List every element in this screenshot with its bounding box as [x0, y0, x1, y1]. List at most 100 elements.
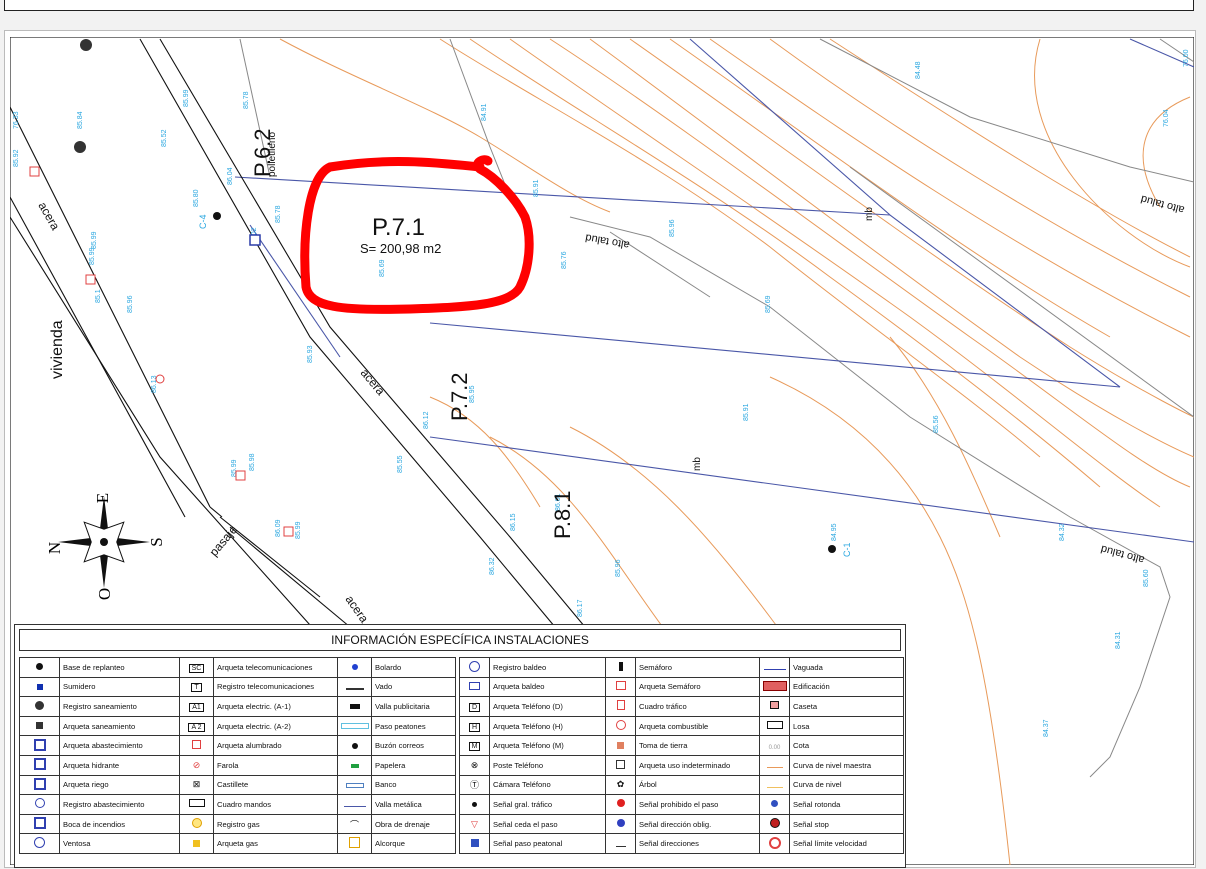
- registro-baldeo-icon: [459, 657, 490, 678]
- legend-code-icon: T: [179, 676, 214, 698]
- legend-label: Arqueta Teléfono (H): [489, 715, 606, 737]
- legend-code-icon: M: [459, 735, 490, 756]
- legend-row: Boca de incendios Registro gas ⌒ Obra de dr…: [19, 813, 456, 835]
- arqueta-hidrante-icon: [19, 754, 60, 776]
- top-frame: [4, 0, 1194, 11]
- legend-title: INFORMACIÓN ESPECÍFICA INSTALACIONES: [19, 629, 901, 651]
- elevation-label: 85.78: [275, 205, 282, 223]
- elevation-label: 86.32: [489, 557, 496, 575]
- losa-icon: [759, 715, 790, 737]
- senal-limite-velocidad-icon: [759, 833, 790, 854]
- edificacion-icon: [759, 676, 790, 698]
- registro-icon-1: [80, 39, 92, 51]
- legend-label: Arqueta Semáforo: [635, 676, 760, 698]
- elevation-label: 85.52: [161, 129, 168, 147]
- legend-label: Señal dirección oblig.: [635, 813, 760, 835]
- elevation-label: 85.93: [307, 345, 314, 363]
- legend-label: Bolardo: [371, 657, 456, 678]
- arqueta-abastecimiento-icon: [19, 735, 60, 756]
- legend-row: ▽ Señal ceda el paso Señal dirección oblig…: [459, 813, 904, 835]
- plot-label-p72: P.7.2: [447, 372, 472, 421]
- survey-point-c4-label: C-4: [198, 214, 208, 229]
- legend-row: Registro saneamiento A1 Arqueta electric. …: [19, 696, 456, 717]
- legend-label: Arqueta Teléfono (M): [489, 735, 606, 756]
- legend-label: Señal límite velocidad: [789, 833, 904, 854]
- compass-o: O: [95, 588, 114, 600]
- camara-telefono-icon: Ⓣ: [459, 774, 490, 796]
- senal-rotonda-icon: [759, 794, 790, 815]
- elevation-label: 85.91: [743, 403, 750, 421]
- legend-label: Base de replanteo: [59, 657, 180, 678]
- legend-label: Paso peatones: [371, 715, 456, 737]
- elevation-label: 85.1: [95, 289, 102, 303]
- legend-label: Semáforo: [635, 657, 760, 678]
- elevation-label: 86.13: [151, 375, 158, 393]
- arqueta-combustible-icon: [605, 715, 636, 737]
- ventosa-icon: [19, 833, 60, 854]
- legend-code-icon: D: [459, 696, 490, 717]
- elevation-label: 76.00: [1183, 49, 1190, 67]
- valla-publicitaria-icon: [337, 696, 372, 717]
- caseta-icon: [759, 696, 790, 717]
- elevation-label: 85.80: [193, 189, 200, 207]
- legend-label: Arqueta electric. (A-1): [213, 696, 338, 717]
- elevation-label: 85.96: [615, 559, 622, 577]
- legend-label: Boca de incendios: [59, 813, 180, 835]
- elevation-label: 86.12: [423, 411, 430, 429]
- legend-label: Alcorque: [371, 833, 456, 854]
- legend-row: Arqueta abastecimiento Arqueta alumbrado B…: [19, 735, 456, 756]
- hydrant-icon-3: [235, 470, 246, 481]
- legend-row: Arqueta saneamiento A 2 Arqueta electric. …: [19, 715, 456, 737]
- legend-label: Toma de tierra: [635, 735, 760, 756]
- legend-label: Señal ceda el paso: [489, 813, 606, 835]
- legend-label: Arqueta combustible: [635, 715, 760, 737]
- arqueta-icon-1: [249, 234, 261, 246]
- elevation-label: 85.91: [533, 179, 540, 197]
- legend-label: Señal prohibido el paso: [635, 794, 760, 815]
- legend-label: Señal direcciones: [635, 833, 760, 854]
- legend-code-icon: A 2: [179, 715, 214, 737]
- legend-label: Señal stop: [789, 813, 904, 835]
- legend-label: Árbol: [635, 774, 760, 796]
- legend-label: Poste Teléfono: [489, 754, 606, 776]
- legend-label: Caseta: [789, 696, 904, 717]
- legend-code-icon: A1: [179, 696, 214, 717]
- legend-label: Banco: [371, 774, 456, 796]
- arqueta-semaforo-icon: [605, 676, 636, 698]
- elevation-label: 85.96: [127, 295, 134, 313]
- legend-label: Registro abastecimiento: [59, 794, 180, 815]
- elevation-label: 85.78: [243, 91, 250, 109]
- legend-row: D Arqueta Teléfono (D) Cuadro tráfico Caset…: [459, 696, 904, 717]
- legend-label: Registro gas: [213, 813, 338, 835]
- elevation-label: 85.99: [89, 247, 96, 265]
- elevation-label: 85.56: [933, 415, 940, 433]
- legend-label: Cota: [789, 735, 904, 756]
- legend-row: Sumidero T Registro telecomunicaciones Vado: [19, 676, 456, 698]
- castillete-icon: ⊠: [179, 774, 214, 796]
- legend-label: Obra de drenaje: [371, 813, 456, 835]
- legend-label: Arqueta hidrante: [59, 754, 180, 776]
- plot-label-p62: P.6.2: [250, 128, 275, 177]
- legend-row: Ventosa Arqueta gas Alcorque: [19, 833, 456, 854]
- legend-row: Ⓣ Cámara Teléfono ✿ Árbol Curva de nivel: [459, 774, 904, 796]
- arqueta-uso-indeterminado-icon: [605, 754, 636, 776]
- elevation-label: 85.98: [249, 453, 256, 471]
- elevation-label: 85.69: [765, 295, 772, 313]
- senal-direcciones-icon: [605, 833, 636, 854]
- elevation-label: 84.95: [831, 523, 838, 541]
- elevation-label: 84.31: [1115, 631, 1122, 649]
- legend-row: ⊗ Poste Teléfono Arqueta uso indeterminado…: [459, 754, 904, 776]
- legend-label: Curva de nivel: [789, 774, 904, 796]
- arqueta-baldeo-icon: [459, 676, 490, 698]
- legend-row: Señal gral. tráfico Señal prohibido el pa…: [459, 794, 904, 815]
- elevation-label: 85.60: [1143, 569, 1150, 587]
- legend-label: Vado: [371, 676, 456, 698]
- legend-label: Buzón correos: [371, 735, 456, 756]
- vado-icon: [337, 676, 372, 698]
- legend-label: Señal gral. tráfico: [489, 794, 606, 815]
- farola-icon: ⊘: [179, 754, 214, 776]
- legend-label: Arqueta riego: [59, 774, 180, 796]
- legend-label: Edificación: [789, 676, 904, 698]
- alcorque-icon: [337, 833, 372, 854]
- arbol-icon: ✿: [605, 774, 636, 796]
